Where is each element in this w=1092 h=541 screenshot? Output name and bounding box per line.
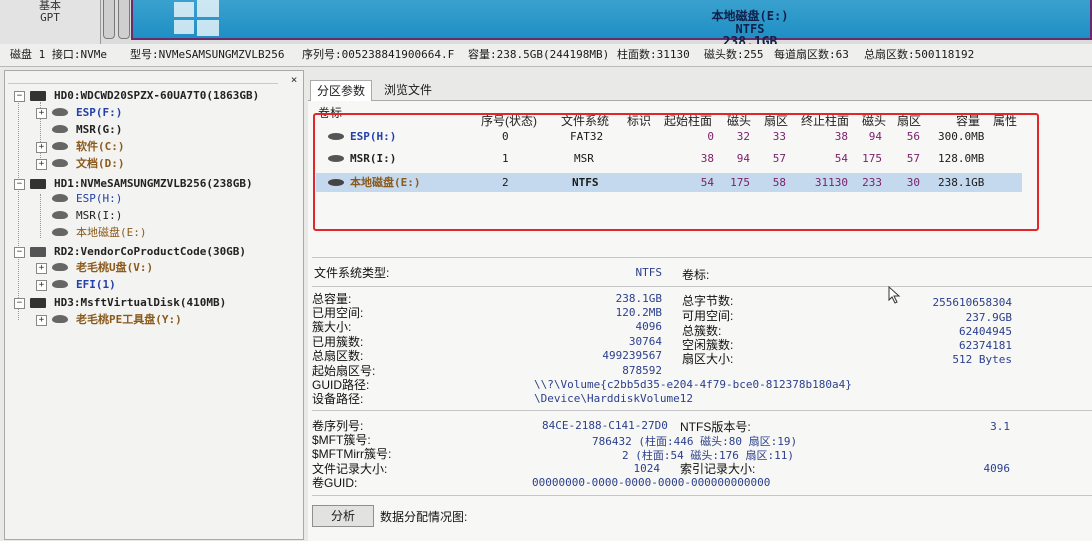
tree-label-rd2-laomaotao: 老毛桃U盘(V:) [76,261,154,274]
divider [312,257,1092,258]
partition-icon [52,280,68,288]
allocation-map-label: 数据分配情况图: [380,510,468,524]
info-heads: 磁头数:255 [704,48,764,61]
partition-icon [52,142,68,150]
info-sectors-per-track: 每道扇区数:63 [774,48,849,61]
value-total: 238.1GB [615,292,662,305]
hard-disk-icon [30,179,46,189]
value-volume-guid: 00000000-0000-0000-0000-000000000000 [532,476,771,489]
label-index-size: 索引记录大小: [680,462,756,476]
info-capacity: 容量:238.5GB(244198MB) [468,48,610,61]
tab-browse-files[interactable]: 浏览文件 [378,80,438,100]
partition-icon [52,194,68,202]
info-total-sectors: 总扇区数:500118192 [864,48,975,61]
partition-slider-msr[interactable] [118,0,130,39]
value-total-bytes: 255610658304 [932,296,1012,309]
tree-label-hd0-msr: MSR(G:) [76,123,123,136]
partition-icon [52,263,68,271]
mouse-cursor-icon [888,286,901,304]
partition-slider-esp[interactable] [103,0,115,39]
hard-disk-icon [30,298,46,308]
collapse-icon[interactable]: − [14,247,25,258]
tree-label-hd3: HD3:MsftVirtualDisk(410MB) [54,296,227,309]
value-serial: 84CE-2188-C141-27D0 [542,419,668,432]
divider [312,286,1092,287]
tree-label-hd0-software: 软件(C:) [76,140,125,153]
tree-label-hd1-esp: ESP(H:) [76,192,123,205]
value-ntfs-version: 3.1 [990,420,1010,433]
partition-icon [52,159,68,167]
partition-icon [52,125,68,133]
label-volume-guid: 卷GUID: [312,476,358,490]
info-serial: 序列号:005238841900664.F [302,48,455,61]
tree-header [8,73,278,84]
value-fs-type: NTFS [635,266,663,279]
info-model: 型号:NVMeSAMSUNGMZVLB256 [130,48,285,61]
value-guid-path: \\?\Volume{c2bb5d35-e204-4f79-bce0-81237… [534,378,852,391]
usb-disk-icon [30,247,46,257]
info-cylinders: 柱面数:31130 [617,48,690,61]
value-device-path: \Device\HarddiskVolume12 [534,392,693,405]
expand-icon[interactable]: + [36,263,47,274]
tree-label-hd1-local-disk: 本地磁盘(E:) [76,226,147,239]
tree-label-hd3-pe: 老毛桃PE工具盘(Y:) [76,313,182,326]
expand-icon[interactable]: + [36,142,47,153]
tab-partition-params[interactable]: 分区参数 [310,80,373,101]
label-fs-type: 文件系统类型: [314,266,390,280]
windows-logo-icon [174,0,219,36]
expand-icon[interactable]: + [36,159,47,170]
label-sector-size: 扇区大小: [682,352,734,366]
tree-label-hd0-docs: 文档(D:) [76,157,125,170]
label-device-path: 设备路径: [312,392,364,406]
label-volume: 卷标: [682,268,710,282]
value-sector-size: 512 Bytes [952,353,1012,366]
tree-label-rd2: RD2:VendorCoProductCode(30GB) [54,245,247,258]
tab-bar: 分区参数 浏览文件 [310,80,450,101]
partition-icon [52,228,68,236]
collapse-icon[interactable]: − [14,91,25,102]
hard-disk-icon [30,91,46,101]
value-total-sectors: 499239567 [602,349,662,362]
disk-info-line: 磁盘 1 接口:NVMe 型号:NVMeSAMSUNGMZVLB256 序列号:… [0,44,1092,67]
expand-icon[interactable]: + [36,315,47,326]
value-used-clusters: 30764 [628,335,662,348]
value-total-clusters: 62404945 [959,325,1012,338]
value-free: 237.9GB [965,311,1012,324]
expand-icon[interactable]: + [36,108,47,119]
tree-label-hd0: HD0:WDCWD20SPZX-60UA7T0(1863GB) [54,89,260,102]
tree-label-hd1: HD1:NVMeSAMSUNGMZVLB256(238GB) [54,177,253,190]
value-start-sector: 878592 [622,364,662,377]
collapse-icon[interactable]: − [14,179,25,190]
tree-label-hd1-msr: MSR(I:) [76,209,123,222]
disk-type-box[interactable]: 基本 GPT [0,0,101,44]
collapse-icon[interactable]: − [14,298,25,309]
divider [312,410,1092,411]
value-used: 120.2MB [615,306,662,319]
value-index-size: 4096 [983,462,1011,475]
expand-icon[interactable]: + [36,280,47,291]
analyze-button[interactable]: 分析 [312,505,374,527]
tree-label-rd2-efi: EFI(1) [76,278,116,291]
value-cluster: 4096 [635,320,663,333]
partition-icon [52,108,68,116]
highlight-box [313,113,1039,231]
close-icon[interactable]: × [288,74,300,86]
partition-icon [52,211,68,219]
divider [312,495,1092,496]
tree-label-hd0-esp: ESP(F:) [76,106,123,119]
info-disk: 磁盘 1 接口:NVMe [10,48,107,61]
value-free-clusters: 62374181 [959,339,1012,352]
disk-type-gpt: GPT [40,11,60,24]
value-record-size: 1024 [633,462,661,475]
partition-bar-local-disk[interactable] [131,0,1092,40]
partition-icon [52,315,68,323]
